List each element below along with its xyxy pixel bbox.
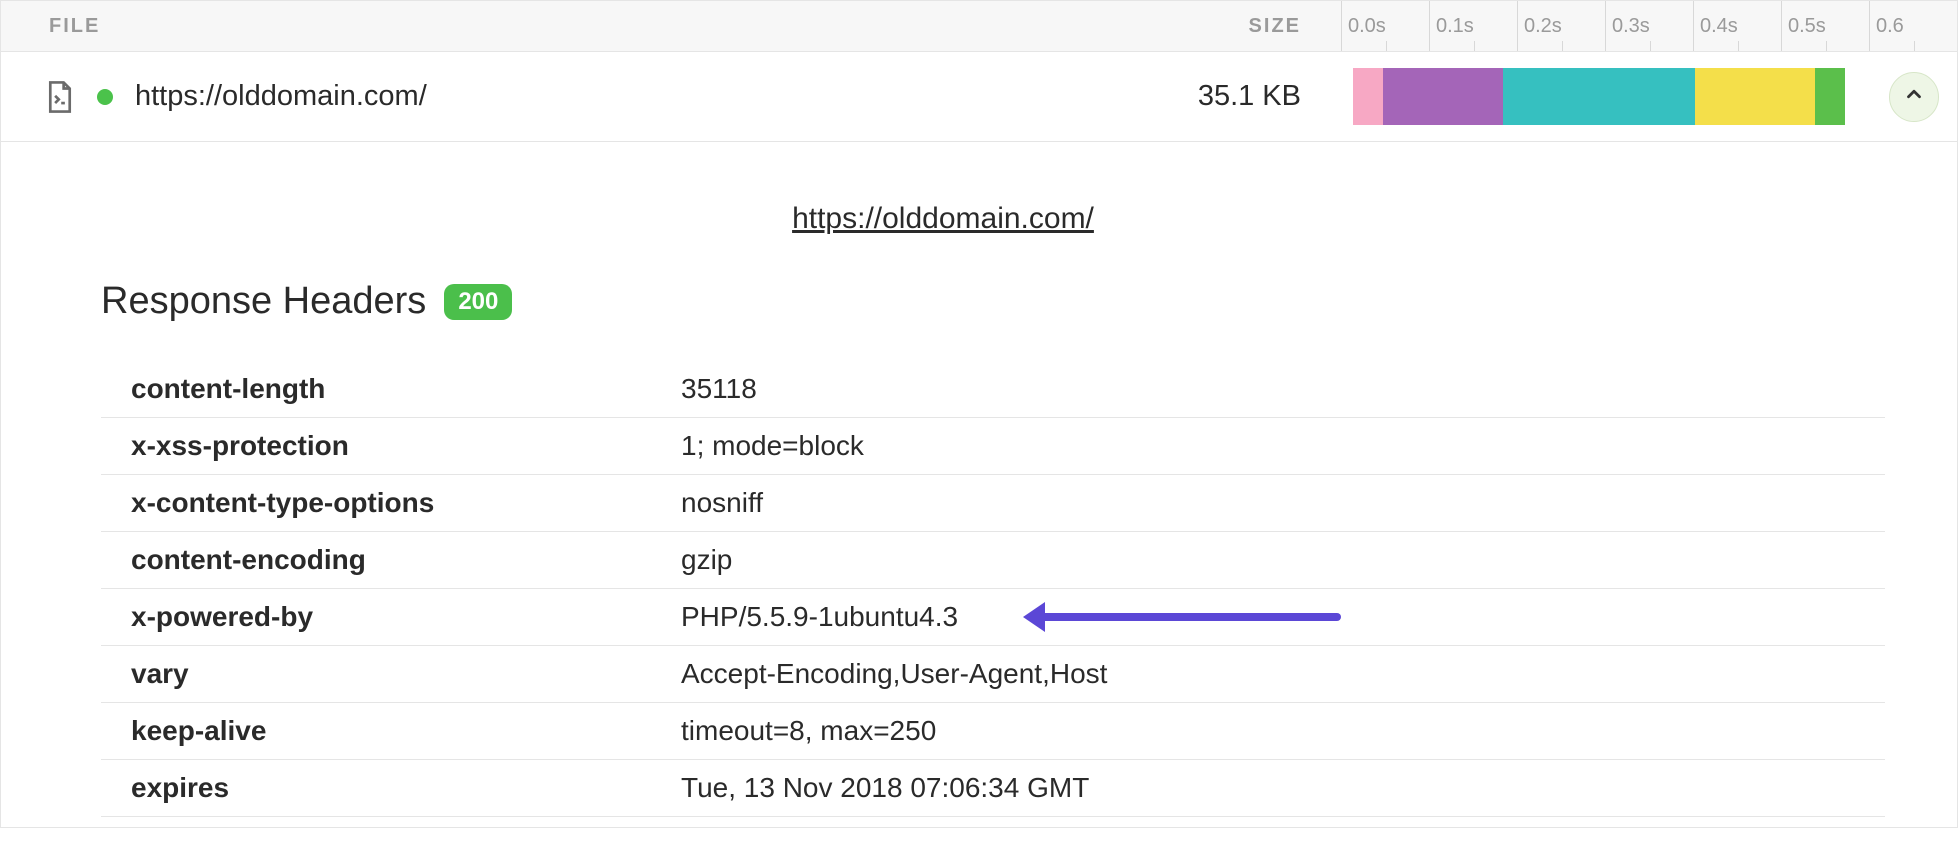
collapse-button[interactable]: [1889, 72, 1939, 122]
request-row[interactable]: https://olddomain.com/ 35.1 KB: [1, 52, 1957, 142]
waterfall-segment-pink: [1353, 68, 1383, 125]
header-key: x-content-type-options: [101, 475, 651, 532]
status-dot-icon: [97, 89, 113, 105]
header-key: content-encoding: [101, 532, 651, 589]
header-value: timeout=8, max=250: [651, 703, 1885, 760]
header-value: Tue, 13 Nov 2018 07:06:34 GMT: [651, 760, 1885, 817]
timeline-tick: 0.2s: [1517, 1, 1605, 51]
timeline-tick: 0.6: [1869, 1, 1957, 51]
arrow-annotation-icon: [1041, 613, 1341, 621]
header-row: varyAccept-Encoding,User-Agent,Host: [101, 646, 1885, 703]
header-row: content-length35118: [101, 361, 1885, 418]
request-details: https://olddomain.com/ Response Headers …: [1, 142, 1957, 827]
status-badge: 200: [444, 284, 512, 320]
waterfall-table: FILE SIZE 0.0s0.1s0.2s0.3s0.4s0.5s0.6 ht…: [0, 0, 1958, 828]
header-value: PHP/5.5.9-1ubuntu4.3: [651, 589, 1885, 646]
header-key: vary: [101, 646, 651, 703]
header-row: keep-alivetimeout=8, max=250: [101, 703, 1885, 760]
response-headers-title: Response Headers 200: [101, 280, 1885, 323]
timeline-tick: 0.1s: [1429, 1, 1517, 51]
headers-table: content-length35118x-xss-protection1; mo…: [101, 361, 1885, 817]
document-icon: [45, 80, 75, 114]
timeline-tick: 0.0s: [1341, 1, 1429, 51]
waterfall-segment-green: [1815, 68, 1845, 125]
timeline-tick: 0.3s: [1605, 1, 1693, 51]
waterfall-segment-yellow: [1695, 68, 1815, 125]
header-value: 35118: [651, 361, 1885, 418]
table-header: FILE SIZE 0.0s0.1s0.2s0.3s0.4s0.5s0.6: [1, 0, 1957, 52]
timeline-tick: 0.5s: [1781, 1, 1869, 51]
waterfall-segment-teal: [1503, 68, 1695, 125]
col-header-timeline: 0.0s0.1s0.2s0.3s0.4s0.5s0.6: [1341, 1, 1957, 51]
request-url: https://olddomain.com/: [135, 80, 427, 113]
detail-url-link[interactable]: https://olddomain.com/: [1, 202, 1885, 236]
waterfall-bar: [1353, 68, 1845, 125]
header-key: content-length: [101, 361, 651, 418]
col-header-file: FILE: [1, 15, 1081, 38]
header-row: x-powered-byPHP/5.5.9-1ubuntu4.3: [101, 589, 1885, 646]
header-value: Accept-Encoding,User-Agent,Host: [651, 646, 1885, 703]
header-key: keep-alive: [101, 703, 651, 760]
waterfall-cell: [1341, 52, 1957, 141]
header-key: x-xss-protection: [101, 418, 651, 475]
chevron-up-icon: [1903, 81, 1925, 112]
timeline-tick: 0.4s: [1693, 1, 1781, 51]
header-value: nosniff: [651, 475, 1885, 532]
col-header-size: SIZE: [1081, 15, 1341, 38]
header-key: x-powered-by: [101, 589, 651, 646]
header-row: x-xss-protection1; mode=block: [101, 418, 1885, 475]
header-key: expires: [101, 760, 651, 817]
header-row: content-encodinggzip: [101, 532, 1885, 589]
waterfall-segment-purple: [1383, 68, 1503, 125]
header-row: expiresTue, 13 Nov 2018 07:06:34 GMT: [101, 760, 1885, 817]
header-row: x-content-type-optionsnosniff: [101, 475, 1885, 532]
header-value: 1; mode=block: [651, 418, 1885, 475]
file-cell: https://olddomain.com/: [1, 80, 1081, 114]
header-value: gzip: [651, 532, 1885, 589]
section-label: Response Headers: [101, 280, 426, 323]
request-size: 35.1 KB: [1081, 80, 1341, 113]
